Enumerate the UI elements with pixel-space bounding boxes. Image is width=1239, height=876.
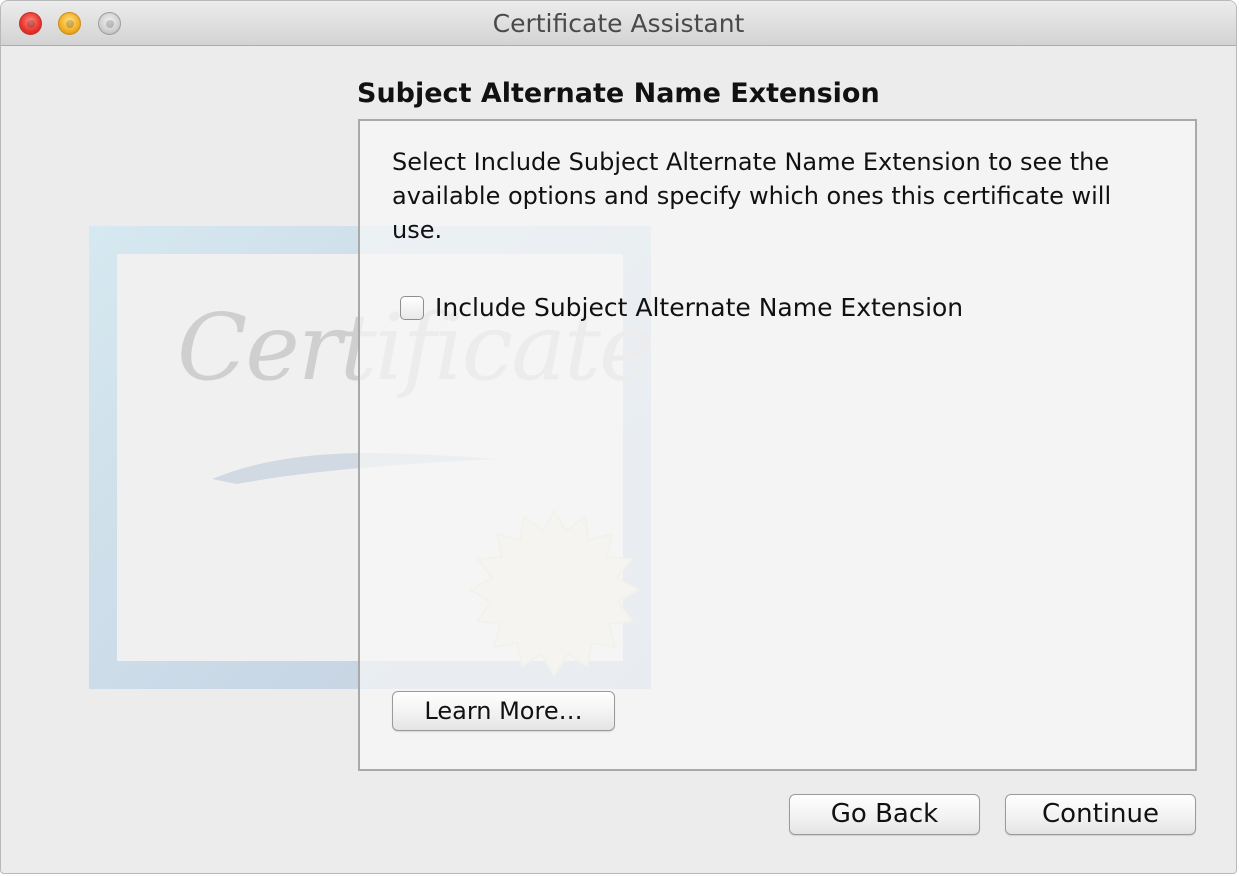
continue-button[interactable]: Continue xyxy=(1005,794,1196,835)
window-title: Certificate Assistant xyxy=(492,9,745,38)
include-san-checkbox-row[interactable]: Include Subject Alternate Name Extension xyxy=(400,293,963,322)
include-san-checkbox-label[interactable]: Include Subject Alternate Name Extension xyxy=(435,293,963,322)
content-panel: Select Include Subject Alternate Name Ex… xyxy=(358,119,1197,771)
certificate-assistant-window: Certificate Assistant Certificate Subjec… xyxy=(0,0,1237,874)
learn-more-button[interactable]: Learn More… xyxy=(392,691,615,731)
description-text: Select Include Subject Alternate Name Ex… xyxy=(392,148,1112,244)
page-heading: Subject Alternate Name Extension xyxy=(357,78,880,109)
title-bar[interactable]: Certificate Assistant xyxy=(1,1,1236,46)
include-san-checkbox[interactable] xyxy=(400,295,424,320)
go-back-button[interactable]: Go Back xyxy=(789,794,980,835)
